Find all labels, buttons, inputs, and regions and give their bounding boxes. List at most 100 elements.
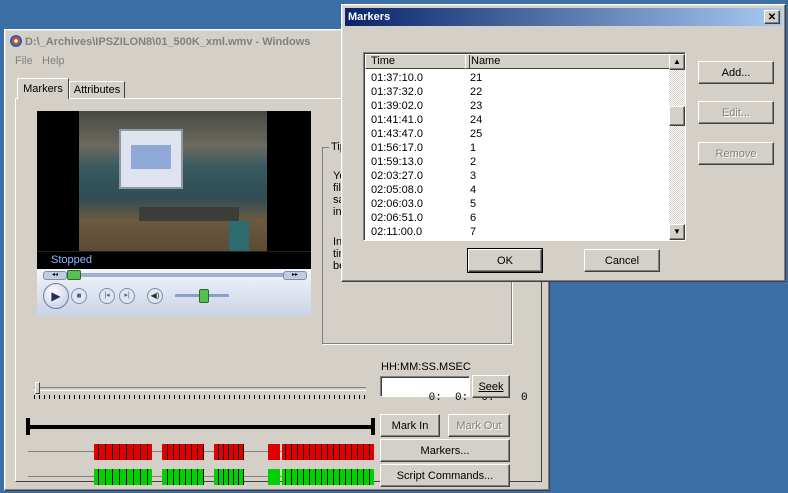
stop-icon[interactable]: ■ bbox=[71, 288, 87, 304]
markers-list[interactable]: Time Name 01:37:10.0 21 01:37:32.0 22 01:39:… bbox=[363, 52, 686, 241]
chair bbox=[229, 221, 249, 251]
status-bar: Stopped bbox=[37, 251, 311, 269]
arrow-up-icon: ▲ bbox=[673, 57, 681, 66]
list-body: 01:37:10.0 21 01:37:32.0 22 01:39:02.0 23 01:4… bbox=[371, 71, 661, 239]
marker-time-cell: 01:56:17.0 bbox=[371, 142, 423, 154]
script-segment bbox=[94, 469, 152, 485]
player-status: Stopped bbox=[51, 254, 92, 266]
table-row[interactable]: 01:37:10.0 21 bbox=[371, 71, 661, 85]
slider-thumb[interactable] bbox=[35, 382, 40, 394]
script-commands-button[interactable]: Script Commands... bbox=[380, 464, 510, 487]
dialog-title: Markers bbox=[348, 11, 391, 23]
scroll-thumb[interactable] bbox=[669, 106, 685, 126]
menu-bar: File Help bbox=[9, 54, 309, 70]
menu-file[interactable]: File bbox=[15, 55, 33, 67]
table-row[interactable]: 02:03:27.0 3 bbox=[371, 169, 661, 183]
close-button[interactable]: ✕ bbox=[764, 10, 780, 24]
slider-track bbox=[34, 387, 366, 391]
rewind-small-icon[interactable]: ◂◂ bbox=[43, 271, 67, 280]
marker-segment bbox=[94, 444, 152, 460]
marker-segment bbox=[282, 444, 374, 460]
table-row[interactable]: 02:06:03.0 5 bbox=[371, 197, 661, 211]
tab-markers[interactable]: Markers bbox=[17, 78, 69, 99]
marker-name-cell: 25 bbox=[470, 128, 483, 140]
selection-end-handle[interactable] bbox=[371, 418, 375, 435]
ok-button[interactable]: OK bbox=[467, 248, 543, 273]
marker-time-cell: 02:11:00.0 bbox=[371, 226, 423, 238]
marker-name-cell: 4 bbox=[470, 184, 477, 196]
table-row[interactable]: 01:43:47.0 25 bbox=[371, 127, 661, 141]
video-player: Stopped ◂◂ ▸▸ ▶ ■ |◂ ▸| ◀) bbox=[37, 111, 311, 316]
marker-name-cell: 5 bbox=[470, 198, 477, 210]
next-icon[interactable]: ▸| bbox=[119, 288, 135, 304]
markers-dialog: Markers ✕ Time Name 01:37:10.0 21 01:37:32… bbox=[341, 4, 786, 282]
menu-help[interactable]: Help bbox=[42, 55, 65, 67]
marker-name-cell: 23 bbox=[470, 100, 483, 112]
marker-time-cell: 02:06:51.0 bbox=[371, 212, 423, 224]
marker-timeline[interactable] bbox=[28, 444, 374, 460]
tab-attributes[interactable]: Attributes bbox=[69, 81, 125, 99]
marker-time-cell: 01:37:32.0 bbox=[371, 86, 423, 98]
marker-name-cell: 1 bbox=[470, 142, 477, 154]
table-row[interactable]: 02:06:51.0 6 bbox=[371, 211, 661, 225]
remove-button: Remove bbox=[698, 142, 774, 165]
fast-forward-small-icon[interactable]: ▸▸ bbox=[283, 271, 307, 280]
marker-segment bbox=[162, 444, 204, 460]
arrow-down-icon: ▼ bbox=[673, 227, 681, 236]
slide-content bbox=[131, 145, 171, 169]
slider-ticks bbox=[34, 395, 368, 399]
script-segment bbox=[162, 469, 204, 485]
time-input[interactable]: 0: 0: 0. 0 bbox=[380, 376, 528, 404]
marker-name-cell: 7 bbox=[470, 226, 477, 238]
table-row[interactable]: 01:37:32.0 22 bbox=[371, 85, 661, 99]
mark-in-button[interactable]: Mark In bbox=[380, 414, 440, 437]
add-button[interactable]: Add... bbox=[698, 61, 774, 84]
column-header-time[interactable]: Time bbox=[365, 54, 470, 69]
script-timeline[interactable] bbox=[28, 469, 374, 485]
seek-track[interactable] bbox=[43, 273, 305, 277]
previous-icon[interactable]: |◂ bbox=[99, 288, 115, 304]
marker-name-cell: 22 bbox=[470, 86, 483, 98]
marker-time-cell: 01:41:41.0 bbox=[371, 114, 423, 126]
list-header: Time Name bbox=[365, 54, 670, 69]
marker-segment bbox=[268, 444, 280, 460]
marker-name-cell: 3 bbox=[470, 170, 477, 182]
window-title: D:\_Archives\IPSZILON8\01_500K_xml.wmv -… bbox=[25, 36, 311, 48]
script-segment bbox=[214, 469, 244, 485]
desk bbox=[139, 207, 239, 221]
cancel-button[interactable]: Cancel bbox=[584, 249, 660, 272]
table-row[interactable]: 01:59:13.0 2 bbox=[371, 155, 661, 169]
seek-button[interactable]: Seek bbox=[472, 375, 510, 398]
table-row[interactable]: 01:56:17.0 1 bbox=[371, 141, 661, 155]
script-segment bbox=[268, 469, 280, 485]
time-format-label: HH:MM:SS.MSEC bbox=[381, 361, 471, 373]
mute-icon[interactable]: ◀) bbox=[147, 288, 163, 304]
marker-time-cell: 01:59:13.0 bbox=[371, 156, 423, 168]
play-icon[interactable]: ▶ bbox=[43, 283, 69, 309]
video-frame bbox=[79, 111, 267, 251]
table-row[interactable]: 01:41:41.0 24 bbox=[371, 113, 661, 127]
marker-name-cell: 2 bbox=[470, 156, 477, 168]
table-row[interactable]: 01:39:02.0 23 bbox=[371, 99, 661, 113]
markers-dialog-titlebar[interactable]: Markers bbox=[345, 8, 782, 26]
list-scrollbar[interactable]: ▲ ▼ bbox=[669, 54, 685, 240]
marker-time-cell: 01:43:47.0 bbox=[371, 128, 423, 140]
column-header-name[interactable]: Name bbox=[465, 54, 670, 69]
selection-start-handle[interactable] bbox=[26, 418, 30, 435]
marker-name-cell: 21 bbox=[470, 72, 483, 84]
player-controls: ◂◂ ▸▸ ▶ ■ |◂ ▸| ◀) bbox=[37, 269, 311, 316]
scroll-up-button[interactable]: ▲ bbox=[669, 54, 685, 70]
mark-out-button: Mark Out bbox=[448, 414, 510, 437]
marker-time-cell: 02:03:27.0 bbox=[371, 170, 423, 182]
position-slider[interactable] bbox=[34, 382, 368, 403]
seek-thumb[interactable] bbox=[67, 270, 81, 280]
marker-time-cell: 01:37:10.0 bbox=[371, 72, 423, 84]
selection-bar[interactable] bbox=[26, 425, 374, 429]
markers-button[interactable]: Markers... bbox=[380, 439, 510, 462]
table-row[interactable]: 02:05:08.0 4 bbox=[371, 183, 661, 197]
volume-thumb[interactable] bbox=[199, 289, 209, 303]
marker-segment bbox=[214, 444, 244, 460]
table-row[interactable]: 02:11:00.0 7 bbox=[371, 225, 661, 239]
edit-button: Edit... bbox=[698, 101, 774, 124]
scroll-down-button[interactable]: ▼ bbox=[669, 224, 685, 240]
